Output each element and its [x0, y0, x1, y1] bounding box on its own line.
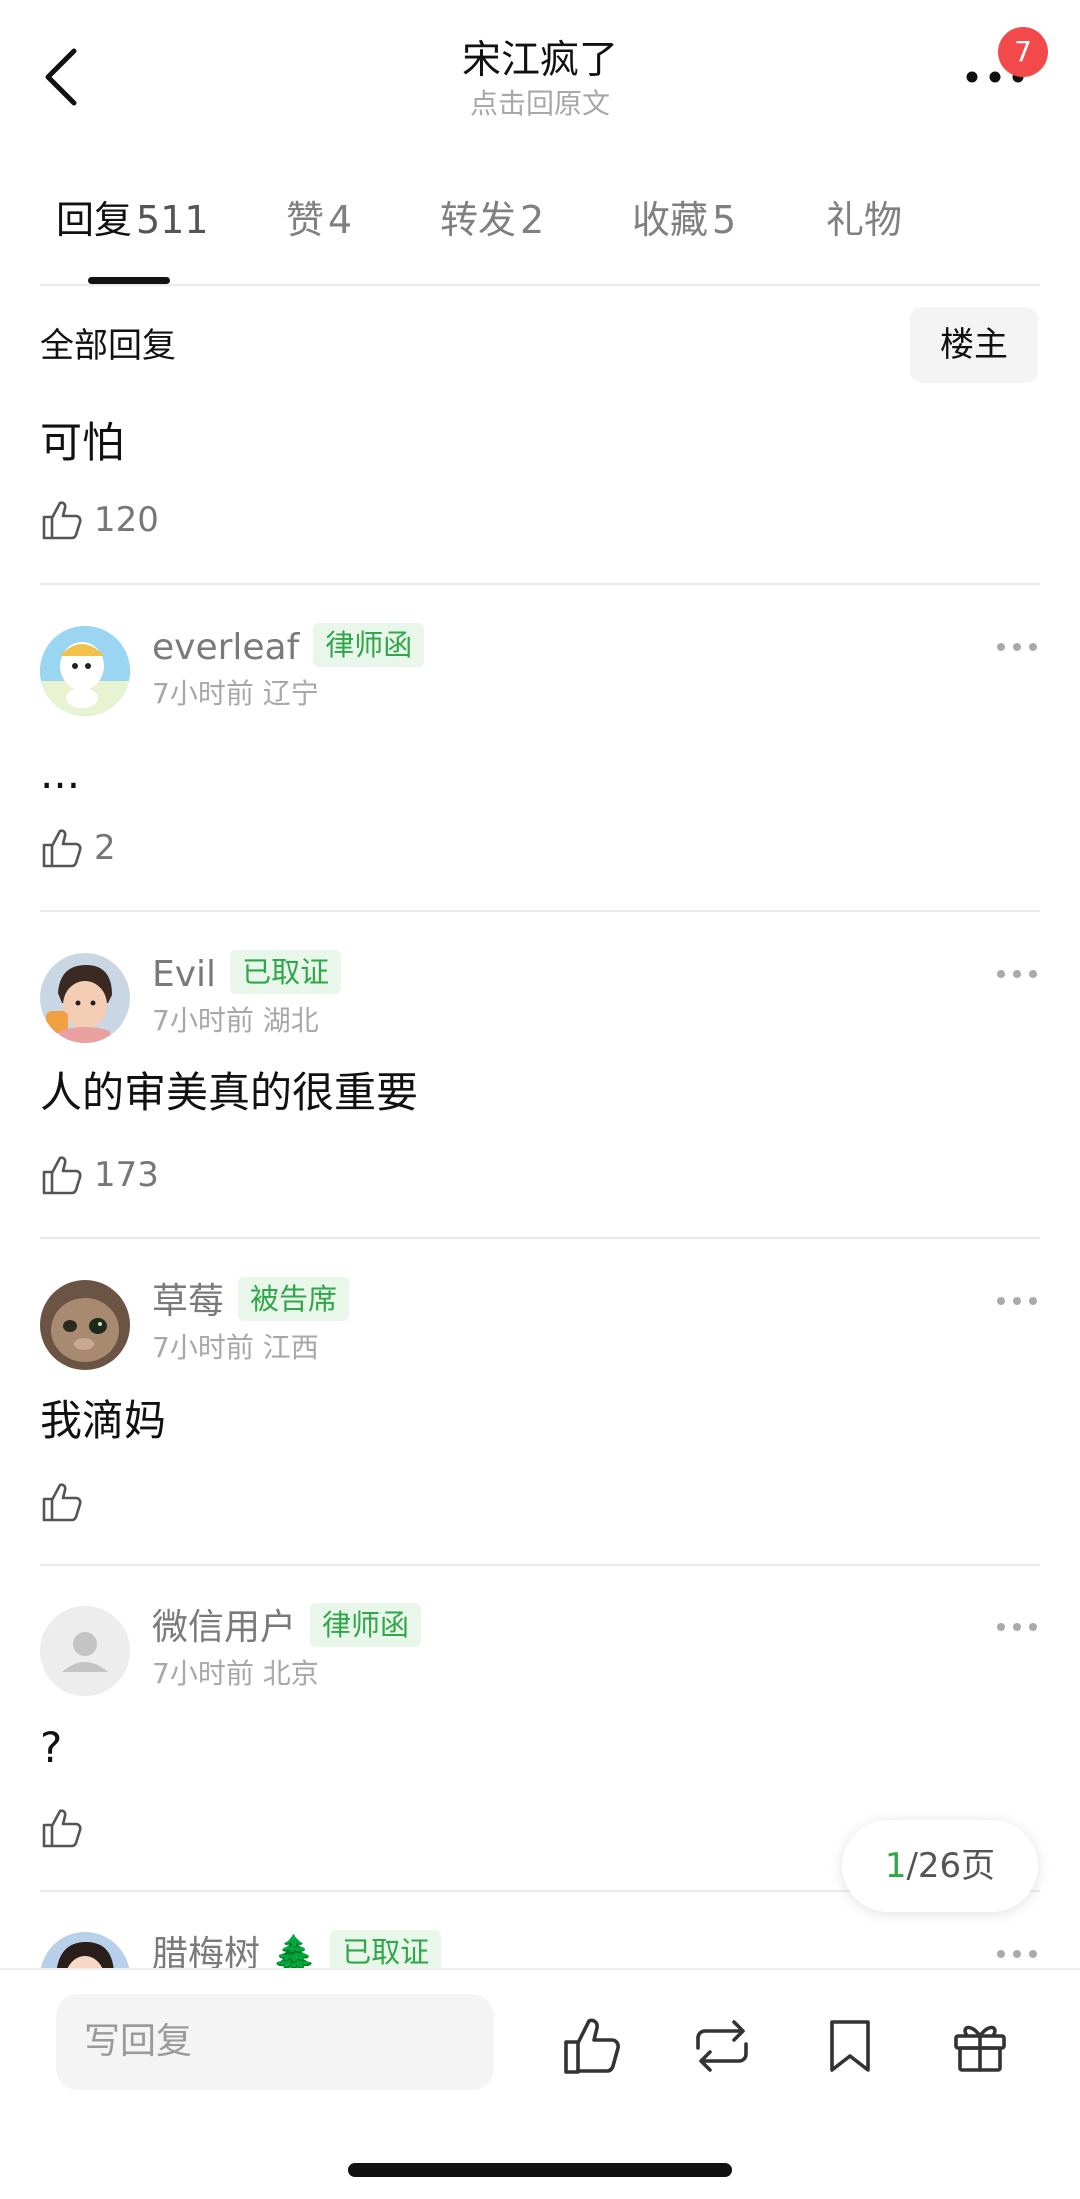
comment-more-icon[interactable]: [995, 967, 1039, 981]
like-button[interactable]: 2: [40, 823, 116, 873]
thumbs-up-icon: [42, 1156, 82, 1195]
tab-reposts[interactable]: 转发 2: [440, 190, 544, 250]
comment-text: ...: [40, 749, 81, 798]
thumbs-up-icon: [42, 501, 82, 540]
user-tag: 律师函: [313, 623, 425, 667]
tab-count: 511: [136, 198, 209, 242]
comment-time: 7小时前: [152, 1004, 254, 1037]
comment-region: 辽宁: [262, 677, 319, 710]
like-button[interactable]: 120: [40, 495, 159, 545]
comment-meta: 7小时前 辽宁: [152, 676, 319, 712]
current-page: 1: [884, 1846, 907, 1886]
like-count: 173: [94, 1155, 159, 1195]
comment-region: 湖北: [262, 1004, 319, 1037]
like-button[interactable]: [40, 1803, 84, 1853]
back-to-post-link[interactable]: 点击回原文: [0, 86, 1080, 122]
comment-text: 人的审美真的很重要: [40, 1068, 419, 1117]
username-text: 微信用户: [152, 1607, 297, 1648]
like-button[interactable]: [40, 1477, 84, 1527]
repost-icon[interactable]: [690, 2014, 754, 2078]
comment-text: ?: [40, 1723, 63, 1772]
user-tag: 已取证: [230, 950, 342, 994]
total-pages: /26页: [906, 1846, 996, 1886]
comment-meta: 7小时前 湖北: [152, 1003, 319, 1039]
tab-count: 2: [520, 198, 545, 242]
tab-favorites[interactable]: 收藏 5: [632, 190, 736, 250]
divider: [40, 284, 1040, 286]
tab-count: 4: [328, 198, 353, 242]
like-count: 2: [94, 828, 116, 868]
divider: [40, 1564, 1040, 1566]
user-tag: 被告席: [238, 1277, 350, 1321]
username[interactable]: 微信用户 律师函: [152, 1603, 422, 1651]
bookmark-icon[interactable]: [818, 2014, 882, 2078]
like-button[interactable]: 173: [40, 1150, 159, 1200]
thumbs-up-icon: [42, 1483, 82, 1522]
tab-likes[interactable]: 赞4: [286, 190, 352, 250]
tab-bar: 回复 511 赞4 转发 2 收藏 5 礼物: [0, 190, 1080, 280]
page-indicator-button[interactable]: 1/26页: [842, 1820, 1038, 1912]
comment-time: 7小时前: [152, 1331, 254, 1364]
divider: [40, 1237, 1040, 1239]
comment-more-icon[interactable]: [995, 1947, 1039, 1961]
page-title[interactable]: 宋江疯了: [0, 36, 1080, 86]
comment-text: 可怕: [40, 418, 125, 467]
tab-label: 回复: [56, 198, 133, 242]
username[interactable]: 草莓 被告席: [152, 1277, 350, 1325]
home-indicator: [348, 2163, 732, 2177]
thumbs-up-icon: [42, 829, 82, 868]
like-count: 120: [94, 500, 159, 540]
avatar[interactable]: [40, 953, 130, 1043]
user-tag: 律师函: [310, 1603, 422, 1647]
reply-input[interactable]: 写回复: [56, 1994, 494, 2090]
tab-label: 赞: [286, 198, 325, 242]
like-icon[interactable]: [560, 2014, 624, 2078]
username-text: everleaf: [152, 627, 300, 668]
tab-gifts[interactable]: 礼物: [826, 190, 902, 250]
owner-only-button[interactable]: 楼主: [910, 307, 1038, 383]
tab-label: 转发: [440, 198, 517, 242]
username-text: Evil: [152, 954, 217, 995]
username[interactable]: Evil 已取证: [152, 950, 342, 998]
header: 宋江疯了 点击回原文 7: [0, 0, 1080, 150]
comment-more-icon[interactable]: [995, 1294, 1039, 1308]
avatar[interactable]: [40, 1606, 130, 1696]
comment-meta: 7小时前 北京: [152, 1656, 319, 1692]
tab-count: 5: [712, 198, 737, 242]
comment-time: 7小时前: [152, 1657, 254, 1690]
active-tab-indicator: [88, 277, 170, 284]
thumbs-up-icon: [42, 1809, 82, 1848]
divider: [40, 583, 1040, 585]
title-group[interactable]: 宋江疯了 点击回原文: [0, 36, 1080, 122]
divider: [40, 910, 1040, 912]
comment-text: 我滴妈: [40, 1396, 167, 1445]
tab-label: 收藏: [632, 198, 709, 242]
gift-icon[interactable]: [948, 2014, 1012, 2078]
comment-region: 北京: [262, 1657, 319, 1690]
username[interactable]: everleaf 律师函: [152, 623, 425, 671]
avatar[interactable]: [40, 626, 130, 716]
tab-label: 礼物: [826, 198, 903, 242]
avatar[interactable]: [40, 1280, 130, 1370]
section-title: 全部回复: [40, 326, 176, 366]
tab-replies[interactable]: 回复 511: [56, 190, 209, 250]
comment-more-icon[interactable]: [995, 1620, 1039, 1634]
comment-region: 江西: [262, 1331, 319, 1364]
username-text: 草莓: [152, 1281, 225, 1322]
comment-meta: 7小时前 江西: [152, 1330, 319, 1366]
notification-badge: 7: [998, 27, 1048, 77]
comment-time: 7小时前: [152, 677, 254, 710]
comment-more-icon[interactable]: [995, 640, 1039, 654]
